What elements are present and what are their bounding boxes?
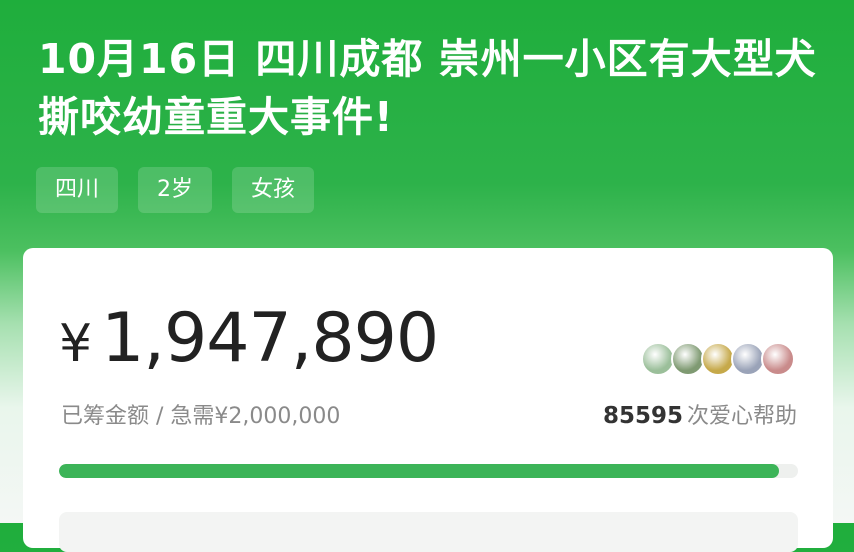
avatar (761, 342, 795, 376)
avatar (701, 342, 735, 376)
avatar (671, 342, 705, 376)
fundraising-card: ¥1,947,890 已筹金额 / 急需¥2,000,000 85595 次爱心帮… (23, 248, 833, 552)
tag-list: 四川 2岁 女孩 (36, 167, 315, 213)
tag-location: 四川 (36, 167, 119, 213)
progress-fill (59, 464, 779, 478)
info-strip (59, 512, 798, 552)
raised-value: 1,947,890 (101, 299, 439, 378)
tag-gender: 女孩 (232, 167, 315, 213)
tag-age: 2岁 (138, 167, 213, 213)
avatar (641, 342, 675, 376)
avatar (731, 342, 765, 376)
helper-count[interactable]: 85595 次爱心帮助 (603, 398, 797, 430)
campaign-title: 10月16日 四川成都 崇州一小区有大型犬撕咬幼童重大事件! (38, 35, 817, 141)
raised-amount: ¥1,947,890 (59, 298, 439, 385)
currency-symbol: ¥ (59, 314, 92, 374)
goal-text: 已筹金额 / 急需¥2,000,000 (61, 404, 341, 429)
helper-count-label: 次爱心帮助 (686, 404, 797, 429)
helper-count-value: 85595 (602, 403, 683, 429)
helper-avatars[interactable] (641, 342, 795, 376)
progress-bar (59, 464, 798, 478)
